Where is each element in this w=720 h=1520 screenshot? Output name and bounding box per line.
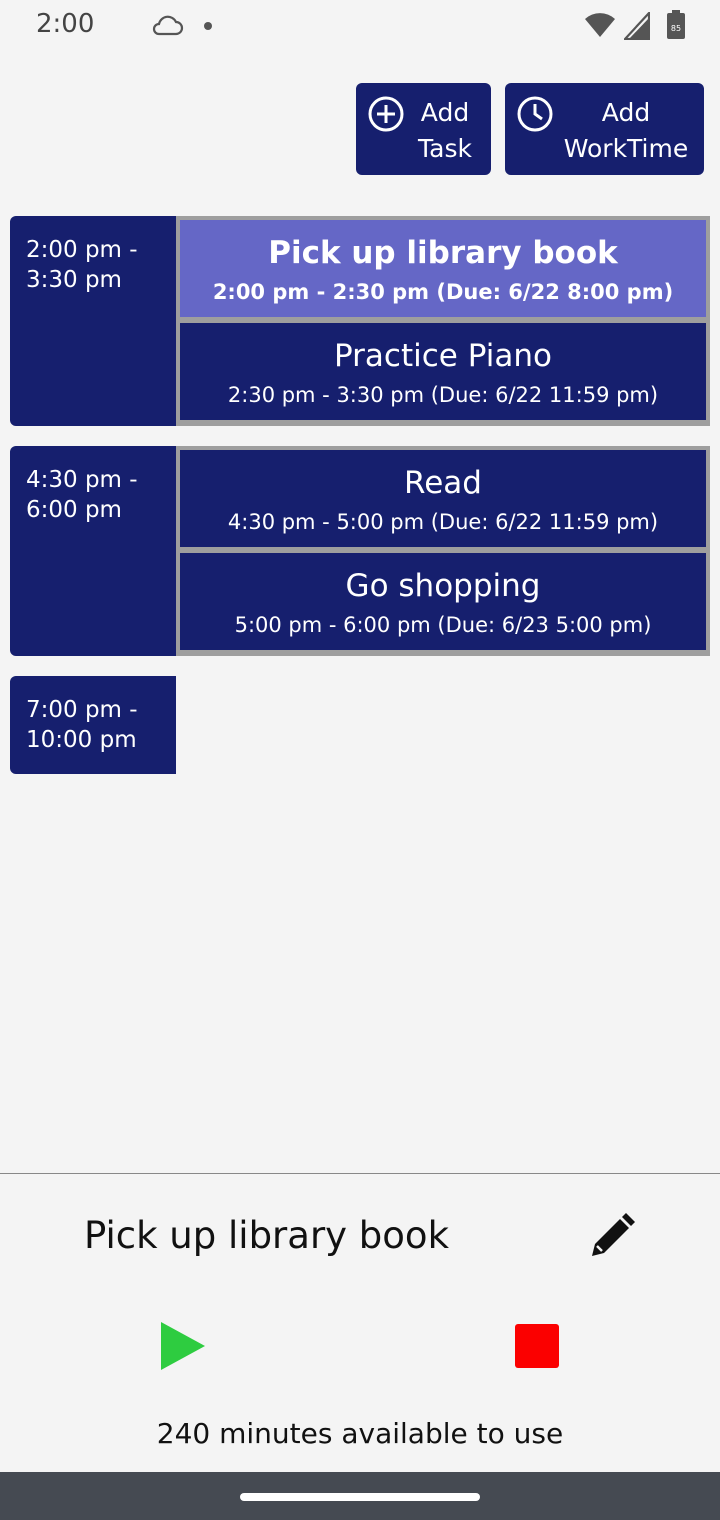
task-card[interactable]: Read 4:30 pm - 5:00 pm (Due: 6/22 11:59 … — [180, 450, 706, 547]
worktime-end: 6:00 pm — [26, 497, 122, 523]
current-task-panel: Pick up library book 240 minutes availab… — [0, 1173, 720, 1473]
wifi-icon — [585, 13, 615, 37]
navigation-bar — [0, 1472, 720, 1520]
task-name: Go shopping — [345, 568, 541, 604]
worktime-start: 7:00 pm - — [26, 697, 138, 723]
task-detail: 4:30 pm - 5:00 pm (Due: 6/22 11:59 pm) — [227, 510, 659, 534]
task-card[interactable]: Go shopping 5:00 pm - 6:00 pm (Due: 6/23… — [180, 553, 706, 650]
signal-icon — [624, 12, 650, 40]
worktime-start: 4:30 pm - — [26, 467, 138, 493]
add-worktime-label: Add WorkTime — [561, 95, 691, 167]
worktime-task-list: Read 4:30 pm - 5:00 pm (Due: 6/22 11:59 … — [176, 446, 710, 656]
task-name: Practice Piano — [334, 338, 552, 374]
add-worktime-label-line1: Add — [601, 98, 651, 127]
worktime-end: 10:00 pm — [26, 727, 137, 753]
cloud-icon — [152, 15, 184, 36]
task-detail: 2:00 pm - 2:30 pm (Due: 6/22 8:00 pm) — [212, 280, 674, 304]
worktime-end: 3:30 pm — [26, 267, 122, 293]
add-worktime-label-line2: WorkTime — [563, 134, 689, 163]
worktime-block[interactable]: 4:30 pm - 6:00 pm — [10, 446, 176, 656]
task-name: Pick up library book — [268, 235, 618, 271]
dot-icon — [204, 22, 212, 30]
add-worktime-button[interactable]: Add WorkTime — [505, 83, 704, 175]
add-task-button[interactable]: Add Task — [356, 83, 491, 175]
task-card[interactable]: Practice Piano 2:30 pm - 3:30 pm (Due: 6… — [180, 323, 706, 420]
plus-circle-icon — [368, 96, 404, 132]
status-bar: 2:00 85 — [0, 0, 720, 52]
minutes-available: 240 minutes available to use — [156, 1417, 564, 1450]
add-task-label-line2: Task — [418, 134, 472, 163]
battery-level: 85 — [671, 24, 681, 33]
clock-icon — [517, 96, 553, 132]
task-detail: 5:00 pm - 6:00 pm (Due: 6/23 5:00 pm) — [234, 613, 652, 637]
current-task-name: Pick up library book — [84, 1214, 449, 1257]
worktime-task-list: Pick up library book 2:00 pm - 2:30 pm (… — [176, 216, 710, 426]
task-card[interactable]: Pick up library book 2:00 pm - 2:30 pm (… — [180, 220, 706, 317]
task-name: Read — [404, 465, 482, 501]
home-handle[interactable] — [240, 1493, 480, 1501]
worktime-block[interactable]: 7:00 pm - 10:00 pm — [10, 676, 176, 774]
task-detail: 2:30 pm - 3:30 pm (Due: 6/22 11:59 pm) — [227, 383, 659, 407]
status-time: 2:00 — [36, 9, 95, 39]
pencil-icon[interactable] — [584, 1210, 638, 1264]
play-icon[interactable] — [158, 1320, 208, 1372]
battery-icon: 85 — [667, 10, 685, 39]
add-task-label: Add Task — [410, 95, 480, 167]
add-task-label-line1: Add — [420, 98, 470, 127]
worktime-start: 2:00 pm - — [26, 237, 138, 263]
worktime-block[interactable]: 2:00 pm - 3:30 pm — [10, 216, 176, 426]
stop-icon[interactable] — [515, 1324, 559, 1368]
